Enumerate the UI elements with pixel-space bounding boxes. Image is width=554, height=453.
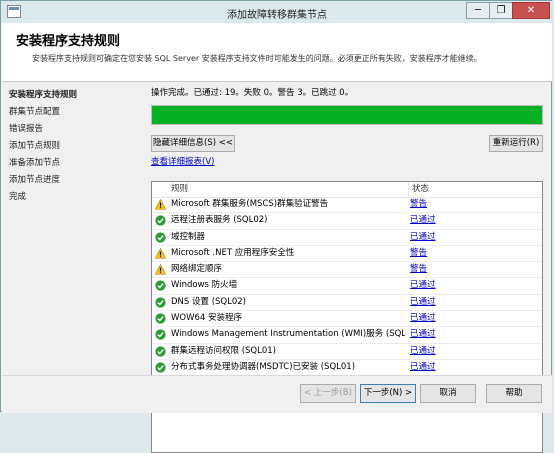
nav-item[interactable]: 准备添加节点 — [9, 155, 144, 172]
rule-name: Windows Management Instrumentation (WMI)… — [171, 329, 405, 340]
progress-bar — [151, 105, 543, 125]
close-button[interactable]: ✕ — [512, 2, 550, 19]
check-pass-icon — [155, 297, 166, 308]
table-row[interactable]: 域控制器 已通过 — [152, 230, 542, 246]
rule-status-link[interactable]: 已通过 — [410, 311, 436, 326]
rule-name: 网络绑定顺序 — [171, 264, 223, 275]
nav-item[interactable]: 安装程序支持规则 — [9, 87, 144, 104]
rule-name: 分布式事务处理协调器(MSDTC)已安装 (SQL01) — [171, 361, 356, 372]
table-row[interactable]: DNS 设置 (SQL02) 已通过 — [152, 295, 542, 312]
rule-status-link[interactable]: 已通过 — [410, 278, 436, 293]
setup-window: 添加故障转移群集节点 ─ ❐ ✕ 安装程序支持规则 安装程序支持规则可确定在您安… — [0, 0, 553, 453]
rule-status-link[interactable]: 已通过 — [410, 295, 436, 310]
rerun-button[interactable]: 重新运行(R) — [489, 135, 543, 152]
cancel-button[interactable]: 取消 — [420, 384, 476, 403]
table-row[interactable]: Microsoft 群集服务(MSCS)群集验证警告 警告 — [152, 197, 542, 214]
rule-status-link[interactable]: 已通过 — [410, 327, 436, 342]
page-title: 安装程序支持规则 — [16, 34, 121, 49]
nav-item[interactable]: 完成 — [9, 189, 144, 206]
check-pass-icon — [155, 346, 166, 357]
progress-bar-fill — [152, 106, 542, 124]
rule-status-link[interactable]: 已通过 — [410, 230, 436, 245]
rule-name: 群集远程访问权限 (SQL01) — [171, 345, 276, 356]
check-pass-icon — [155, 231, 166, 243]
table-row[interactable]: Windows Management Instrumentation (WMI)… — [152, 327, 542, 344]
rule-name: 远程注册表服务 (SQL02) — [171, 215, 268, 226]
rule-name: 域控制器 — [171, 231, 206, 242]
nav-item[interactable]: 错误报告 — [9, 121, 144, 138]
page-description: 安装程序支持规则可确定在您安装 SQL Server 安装程序支持文件时可能发生… — [32, 54, 482, 63]
next-button[interactable]: 下一步(N) > — [360, 384, 416, 403]
check-pass-icon — [155, 313, 166, 324]
rule-status-link[interactable]: 已通过 — [410, 213, 436, 228]
warning-icon — [155, 264, 166, 275]
table-row[interactable]: WOW64 安装程序 已通过 — [152, 311, 542, 328]
rule-name: Windows 防火墙 — [171, 280, 238, 291]
rule-status-link[interactable]: 已通过 — [410, 344, 436, 359]
maximize-button[interactable]: ❐ — [489, 2, 513, 19]
rule-status-link[interactable]: 警告 — [410, 197, 427, 212]
column-header-status[interactable]: 状态 — [408, 182, 538, 197]
check-pass-icon — [155, 215, 166, 226]
nav-item[interactable]: 添加节点规则 — [9, 138, 144, 155]
table-row[interactable]: 群集远程访问权限 (SQL01) 已通过 — [152, 344, 542, 360]
column-header-rule[interactable]: 规则 — [171, 182, 188, 197]
check-pass-icon — [155, 329, 166, 341]
main-panel: 操作完成。已通过: 19。失败 0。警告 3。已跳过 0。 隐藏详细信息(S) … — [151, 87, 543, 453]
rule-name: WOW64 安装程序 — [171, 313, 243, 324]
help-button[interactable]: 帮助 — [486, 384, 542, 403]
warning-icon — [155, 247, 166, 259]
check-pass-icon — [155, 280, 166, 292]
nav-item[interactable]: 群集节点配置 — [9, 104, 144, 121]
rule-status-link[interactable]: 警告 — [410, 262, 427, 277]
nav-item[interactable]: 添加节点进度 — [9, 172, 144, 189]
rule-name: DNS 设置 (SQL02) — [171, 296, 246, 307]
table-row[interactable]: Microsoft .NET 应用程序安全性 警告 — [152, 246, 542, 263]
step-navigation: 安装程序支持规则 群集节点配置 错误报告 添加节点规则 准备添加节点 添加节点进度 完成 — [9, 87, 144, 206]
title-bar[interactable]: 添加故障转移群集节点 ─ ❐ ✕ — [1, 1, 553, 23]
footer-bar: < 上一步(B) 下一步(N) > 取消 帮助 — [2, 375, 552, 413]
minimize-button[interactable]: ─ — [466, 2, 490, 19]
rule-status-link[interactable]: 已通过 — [410, 360, 436, 375]
table-row[interactable]: 分布式事务处理协调器(MSDTC)已安装 (SQL01) 已通过 — [152, 360, 542, 377]
check-pass-icon — [155, 362, 166, 373]
table-row[interactable]: 远程注册表服务 (SQL02) 已通过 — [152, 213, 542, 230]
hide-details-button[interactable]: 隐藏详细信息(S) << — [151, 135, 235, 152]
operation-status-text: 操作完成。已通过: 19。失败 0。警告 3。已跳过 0。 — [151, 88, 354, 98]
rule-name: Microsoft .NET 应用程序安全性 — [171, 247, 295, 258]
view-report-link[interactable]: 查看详细报表(V) — [151, 155, 214, 167]
rule-status-link[interactable]: 警告 — [410, 246, 427, 261]
rules-grid-rows: Microsoft 群集服务(MSCS)群集验证警告 警告 远程注册表服务 (SQL… — [152, 197, 542, 377]
rule-name: Microsoft 群集服务(MSCS)群集验证警告 — [171, 199, 329, 209]
page-header: 安装程序支持规则 安装程序支持规则可确定在您安装 SQL Server 安装程序… — [2, 23, 552, 82]
table-row[interactable]: 网络绑定顺序 警告 — [152, 262, 542, 279]
warning-icon — [155, 199, 166, 210]
rules-grid-header: 规则 状态 — [152, 182, 542, 198]
table-row[interactable]: Windows 防火墙 已通过 — [152, 278, 542, 295]
back-button[interactable]: < 上一步(B) — [300, 384, 356, 403]
